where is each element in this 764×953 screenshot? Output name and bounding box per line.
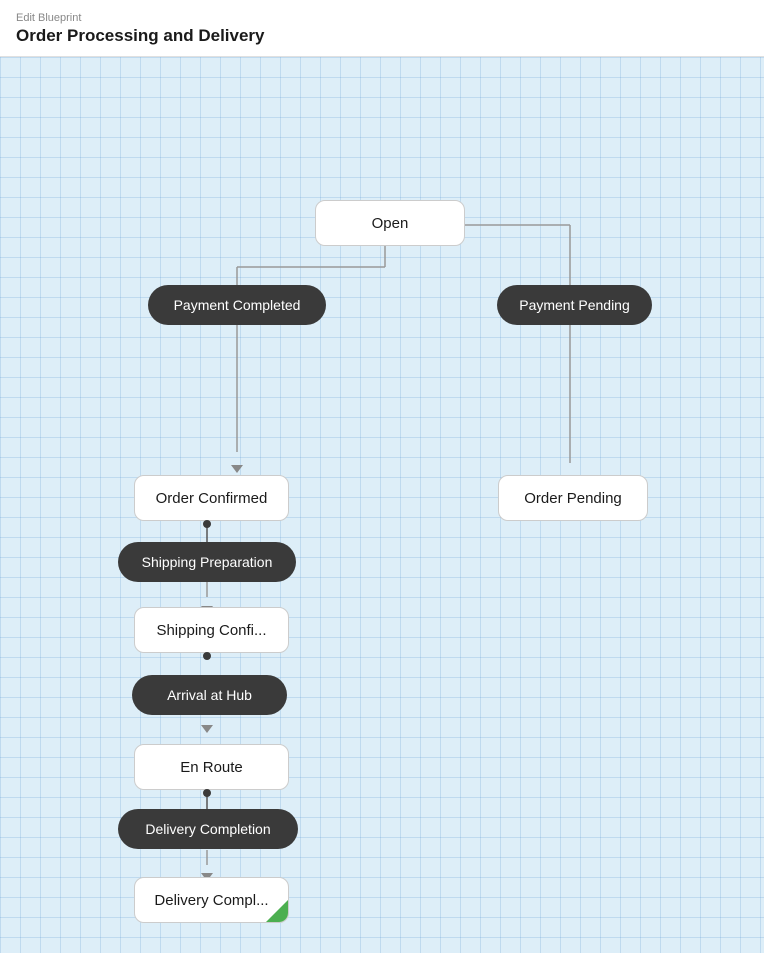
node-delivery-complete[interactable]: Delivery Compl... [134, 877, 289, 923]
header-title: Order Processing and Delivery [16, 26, 748, 46]
dot-en-route [203, 789, 211, 797]
node-shipping-preparation[interactable]: Shipping Preparation [118, 542, 296, 582]
node-delivery-completion[interactable]: Delivery Completion [118, 809, 298, 849]
node-shipping-confirmed[interactable]: Shipping Confi... [134, 607, 289, 653]
node-payment-pending[interactable]: Payment Pending [497, 285, 652, 325]
dot-order-confirmed [203, 520, 211, 528]
node-payment-completed[interactable]: Payment Completed [148, 285, 326, 325]
arrow-en-route [201, 725, 213, 733]
node-order-pending[interactable]: Order Pending [498, 475, 648, 521]
node-en-route[interactable]: En Route [134, 744, 289, 790]
connectors-svg [0, 57, 764, 953]
node-arrival-at-hub[interactable]: Arrival at Hub [132, 675, 287, 715]
node-open[interactable]: Open [315, 200, 465, 246]
node-order-confirmed[interactable]: Order Confirmed [134, 475, 289, 521]
dot-shipping-confirmed [203, 652, 211, 660]
header-subtitle: Edit Blueprint [16, 12, 748, 24]
blueprint-canvas[interactable]: Open Payment Completed Payment Pending O… [0, 57, 764, 953]
header: Edit Blueprint Order Processing and Deli… [0, 0, 764, 57]
green-corner-icon [266, 900, 288, 922]
arrow-order-confirmed [231, 465, 243, 473]
